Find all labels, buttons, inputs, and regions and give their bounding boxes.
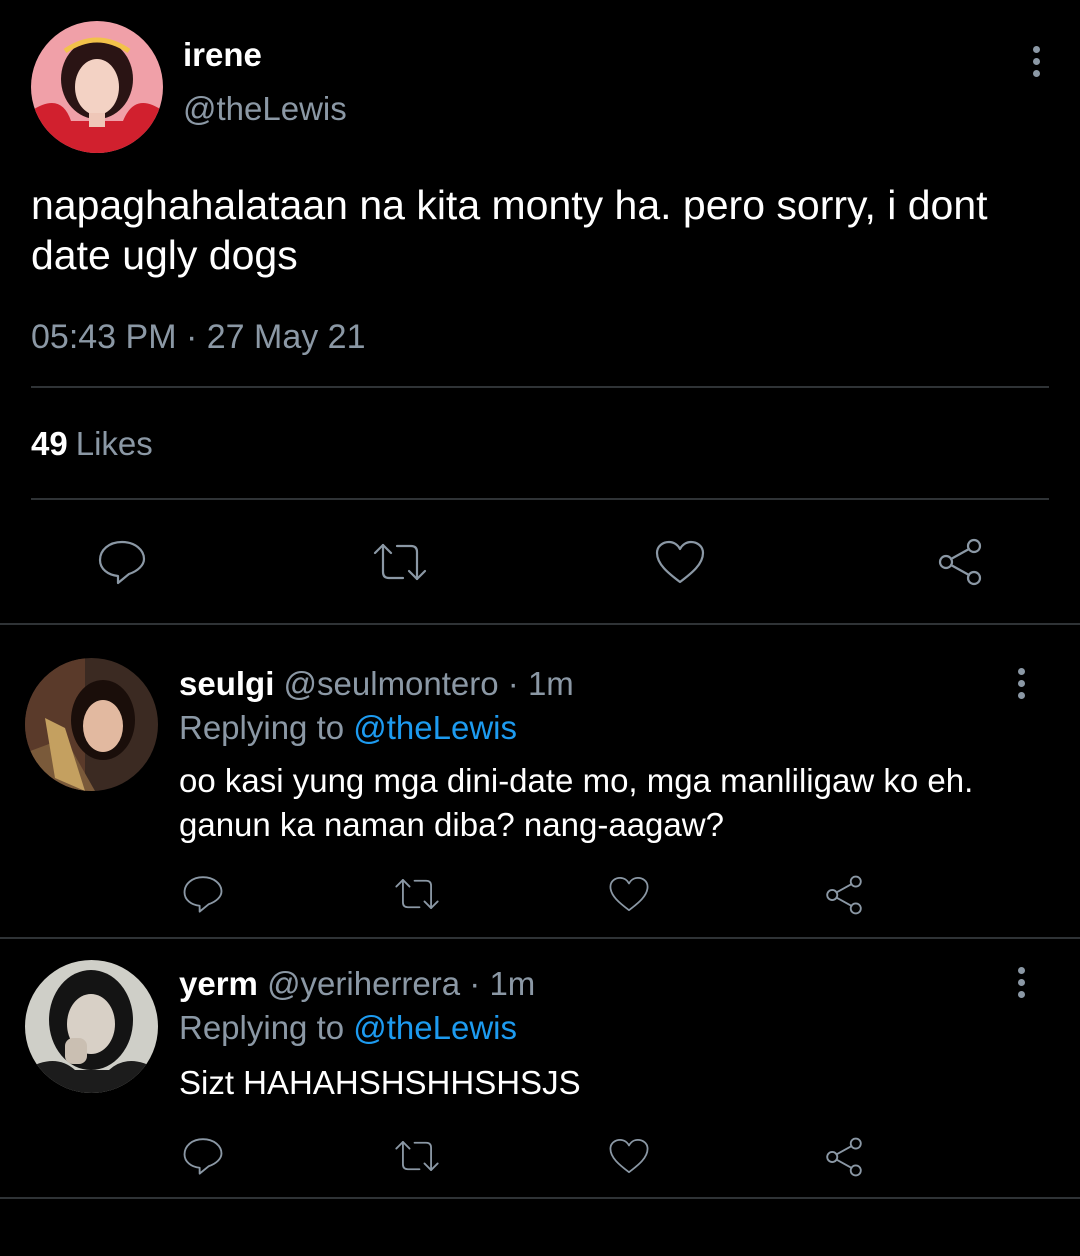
retweet-icon: [373, 543, 427, 581]
like-button[interactable]: [607, 1135, 651, 1177]
like-icon: [609, 876, 649, 912]
replying-to-label: Replying to: [179, 709, 354, 746]
reply-header: yerm @yeriherrera · 1m: [179, 965, 535, 1003]
reply-author-meta[interactable]: @yeriherrera · 1m: [267, 965, 535, 1002]
section-separator: [0, 1197, 1080, 1199]
reply-author-avatar[interactable]: [25, 658, 158, 791]
replying-to-label: Replying to: [179, 1009, 354, 1046]
like-button[interactable]: [607, 873, 651, 915]
author-name[interactable]: irene: [183, 36, 262, 74]
reply-icon: [183, 876, 223, 913]
reply-author-name[interactable]: seulgi: [179, 665, 274, 702]
reply-more-options-icon[interactable]: [1018, 967, 1025, 998]
reply-author-name[interactable]: yerm: [179, 965, 258, 1002]
tweet-timestamp: 05:43 PM · 27 May 21: [31, 318, 366, 356]
reply-icon: [183, 1138, 223, 1175]
share-button[interactable]: [822, 1135, 866, 1179]
reply-header: seulgi @seulmontero · 1m: [179, 665, 574, 703]
share-icon: [938, 538, 982, 586]
share-icon: [826, 1137, 862, 1177]
share-button[interactable]: [933, 536, 987, 588]
reply-icon: [98, 540, 146, 585]
like-button[interactable]: [653, 536, 707, 588]
likes-stat[interactable]: 49 Likes: [31, 425, 153, 463]
replying-to-mention[interactable]: @theLewis: [353, 1009, 517, 1046]
reply-tweet[interactable]: seulgi @seulmontero · 1m Replying to @th…: [0, 625, 1080, 937]
retweet-button[interactable]: [392, 1135, 442, 1177]
like-icon: [655, 540, 705, 584]
reply-button[interactable]: [181, 1135, 225, 1177]
tweet-text: napaghahalataan na kita monty ha. pero s…: [31, 182, 988, 278]
likes-label: Likes: [75, 425, 153, 462]
reply-text: oo kasi yung mga dini-date mo, mga manli…: [179, 762, 974, 843]
reply-author-avatar[interactable]: [25, 960, 158, 1093]
share-icon: [826, 875, 862, 915]
divider: [31, 386, 1049, 388]
reply-tweet[interactable]: yerm @yeriherrera · 1m Replying to @theL…: [0, 939, 1080, 1197]
retweet-icon: [395, 1141, 439, 1171]
main-tweet: irene @theLewis napaghahalataan na kita …: [0, 0, 1080, 624]
replying-to-mention[interactable]: @theLewis: [353, 709, 517, 746]
reply-author-meta[interactable]: @seulmontero · 1m: [284, 665, 574, 702]
divider: [31, 498, 1049, 500]
more-options-icon[interactable]: [1033, 46, 1040, 77]
reply-button[interactable]: [181, 873, 225, 915]
retweet-button[interactable]: [392, 873, 442, 915]
replying-to: Replying to @theLewis: [179, 709, 517, 747]
likes-count: 49: [31, 425, 68, 462]
share-button[interactable]: [822, 873, 866, 917]
reply-more-options-icon[interactable]: [1018, 668, 1025, 699]
tweet-thread-page: irene @theLewis napaghahalataan na kita …: [0, 0, 1080, 1256]
reply-text: Sizt HAHAHSHSHHSHSJS: [179, 1064, 581, 1101]
reply-button[interactable]: [94, 536, 150, 588]
replying-to: Replying to @theLewis: [179, 1009, 517, 1047]
retweet-icon: [395, 879, 439, 909]
author-handle[interactable]: @theLewis: [183, 90, 347, 128]
author-avatar[interactable]: [31, 21, 163, 153]
like-icon: [609, 1138, 649, 1174]
retweet-button[interactable]: [370, 536, 430, 588]
